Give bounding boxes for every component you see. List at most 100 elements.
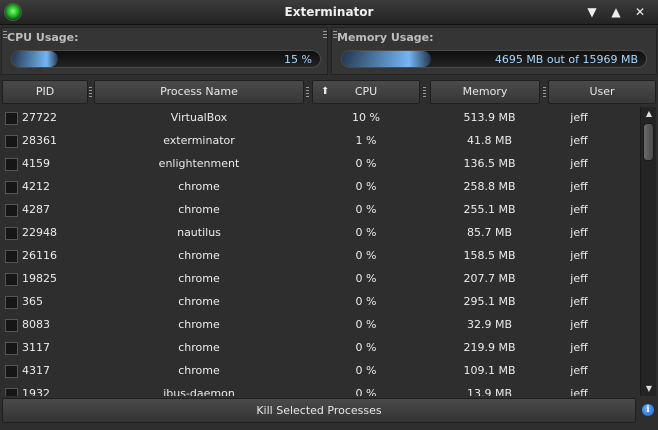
cpu-usage-value: 15 % — [284, 53, 312, 66]
memory-usage-bar: 4695 MB out of 15969 MB — [341, 50, 647, 68]
user-cell: jeff — [570, 272, 588, 285]
table-row[interactable]: 27722 VirtualBox 10 % 513.9 MB jeff — [2, 107, 638, 130]
table-row[interactable]: 3117 chrome 0 % 219.9 MB jeff — [2, 337, 638, 360]
row-checkbox[interactable] — [5, 135, 18, 148]
pid-cell: 26116 — [22, 249, 57, 262]
column-resize-handle-name[interactable] — [306, 87, 309, 98]
row-checkbox[interactable] — [5, 181, 18, 194]
process-name-cell: chrome — [178, 318, 220, 331]
user-cell: jeff — [570, 180, 588, 193]
user-cell: jeff — [570, 249, 588, 262]
row-checkbox[interactable] — [5, 158, 18, 171]
pid-cell: 4212 — [22, 180, 50, 193]
pid-cell: 28361 — [22, 134, 57, 147]
pid-cell: 365 — [22, 295, 43, 308]
row-checkbox[interactable] — [5, 273, 18, 286]
column-header-user[interactable]: User — [548, 80, 656, 104]
table-row[interactable]: 19825 chrome 0 % 207.7 MB jeff — [2, 268, 638, 291]
memory-cell: 32.9 MB — [466, 318, 513, 331]
title-bar[interactable]: Exterminator ▼ ▲ ✕ — [0, 0, 658, 25]
memory-cell: 513.9 MB — [463, 111, 516, 124]
process-name-cell: chrome — [178, 203, 220, 216]
memory-cell: 136.5 MB — [463, 157, 516, 170]
column-header-memory[interactable]: Memory — [430, 80, 540, 104]
table-row[interactable]: 8083 chrome 0 % 32.9 MB jeff — [2, 314, 638, 337]
row-checkbox[interactable] — [5, 227, 18, 240]
scroll-down-icon[interactable]: ▼ — [641, 383, 657, 395]
user-cell: jeff — [570, 341, 588, 354]
process-name-cell: ibus-daemon — [163, 387, 235, 396]
table-row[interactable]: 4212 chrome 0 % 258.8 MB jeff — [2, 176, 638, 199]
table-row[interactable]: 4317 chrome 0 % 109.1 MB jeff — [2, 360, 638, 383]
memory-cell: 13.9 MB — [466, 387, 513, 396]
row-checkbox[interactable] — [5, 342, 18, 355]
memory-cell: 158.5 MB — [463, 249, 516, 262]
table-row[interactable]: 26116 chrome 0 % 158.5 MB jeff — [2, 245, 638, 268]
scrollbar-thumb[interactable] — [643, 123, 654, 161]
user-cell: jeff — [570, 295, 588, 308]
window-title: Exterminator — [284, 5, 374, 19]
user-cell: jeff — [570, 387, 588, 396]
cpu-cell: 0 % — [355, 226, 377, 239]
table-row[interactable]: 22948 nautilus 0 % 85.7 MB jeff — [2, 222, 638, 245]
info-icon[interactable]: i — [642, 404, 654, 416]
memory-cell: 255.1 MB — [463, 203, 516, 216]
scroll-up-icon[interactable]: ▲ — [641, 108, 657, 120]
row-checkbox[interactable] — [5, 388, 18, 396]
row-checkbox[interactable] — [5, 296, 18, 309]
pid-cell: 4287 — [22, 203, 50, 216]
row-checkbox[interactable] — [5, 204, 18, 217]
table-row[interactable]: 4159 enlightenment 0 % 136.5 MB jeff — [2, 153, 638, 176]
pid-cell: 8083 — [22, 318, 50, 331]
row-checkbox[interactable] — [5, 112, 18, 125]
maximize-icon[interactable]: ▲ — [608, 4, 624, 20]
process-name-cell: chrome — [178, 249, 220, 262]
cpu-cell: 0 % — [355, 157, 377, 170]
close-icon[interactable]: ✕ — [632, 4, 648, 20]
column-header-process-name[interactable]: Process Name — [94, 80, 304, 104]
memory-cell: 207.7 MB — [463, 272, 516, 285]
cpu-cell: 0 % — [355, 318, 377, 331]
process-name-cell: exterminator — [163, 134, 235, 147]
memory-cell: 219.9 MB — [463, 341, 516, 354]
column-resize-handle-memory[interactable] — [543, 87, 546, 98]
table-scrollbar[interactable]: ▲ ▼ — [640, 107, 656, 396]
column-header-cpu[interactable]: ⬆ CPU — [312, 80, 420, 104]
row-checkbox[interactable] — [5, 319, 18, 332]
cpu-cell: 0 % — [355, 341, 377, 354]
user-cell: jeff — [570, 203, 588, 216]
column-header-pid[interactable]: PID — [2, 80, 88, 104]
process-name-cell: chrome — [178, 180, 220, 193]
cpu-panel-grip-right[interactable] — [323, 31, 327, 40]
row-checkbox[interactable] — [5, 250, 18, 263]
user-cell: jeff — [570, 364, 588, 377]
minimize-icon[interactable]: ▼ — [584, 4, 600, 20]
kill-selected-processes-button[interactable]: Kill Selected Processes — [2, 398, 636, 423]
cpu-cell: 0 % — [355, 249, 377, 262]
table-row[interactable]: 365 chrome 0 % 295.1 MB jeff — [2, 291, 638, 314]
column-resize-handle-pid[interactable] — [89, 87, 92, 98]
column-resize-handle-cpu[interactable] — [423, 87, 426, 98]
cpu-cell: 1 % — [355, 134, 377, 147]
user-cell: jeff — [570, 111, 588, 124]
memory-usage-panel: Memory Usage: 4695 MB out of 15969 MB — [331, 27, 657, 75]
pid-cell: 27722 — [22, 111, 57, 124]
cpu-usage-fill — [12, 51, 59, 67]
cpu-cell: 0 % — [355, 364, 377, 377]
process-name-cell: chrome — [178, 295, 220, 308]
process-name-cell: VirtualBox — [170, 111, 228, 124]
table-header: PID Process Name ⬆ CPU Memory User — [2, 80, 656, 104]
memory-cell: 258.8 MB — [463, 180, 516, 193]
pid-cell: 4317 — [22, 364, 50, 377]
pid-cell: 4159 — [22, 157, 50, 170]
cpu-cell: 0 % — [355, 295, 377, 308]
column-header-cpu-label: CPU — [354, 85, 378, 98]
table-row[interactable]: 4287 chrome 0 % 255.1 MB jeff — [2, 199, 638, 222]
memory-usage-label: Memory Usage: — [337, 31, 434, 44]
table-row[interactable]: 28361 exterminator 1 % 41.8 MB jeff — [2, 130, 638, 153]
table-row[interactable]: 1932 ibus-daemon 0 % 13.9 MB jeff — [2, 383, 638, 396]
row-checkbox[interactable] — [5, 365, 18, 378]
process-name-cell: nautilus — [177, 226, 221, 239]
process-name-cell: chrome — [178, 341, 220, 354]
process-name-cell: chrome — [178, 272, 220, 285]
